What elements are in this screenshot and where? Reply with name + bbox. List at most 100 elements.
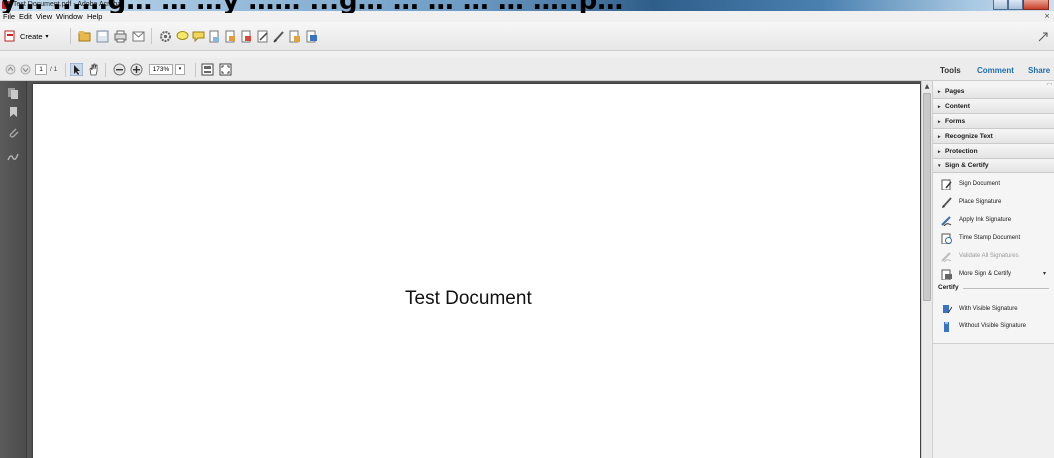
acrobat-window: Test Document.pdf - Adobe Acrobat File E…: [0, 0, 1054, 458]
tool-label: Time Stamp Document: [959, 235, 1021, 241]
overlay-banner-text: y… ...…g… … …y …… ...g… … … … … …..p…: [0, 0, 1054, 13]
validate-all-signatures-tool[interactable]: Validate All Signatures: [941, 248, 1019, 264]
gear-icon[interactable]: [159, 30, 172, 43]
collapse-arrow-icon: ▾: [938, 163, 941, 169]
form-edit-icon[interactable]: [256, 30, 269, 43]
panel-group-label: Recognize Text: [945, 133, 993, 140]
ink-signature-icon: [941, 215, 952, 226]
panel-group-recognize-text[interactable]: ▸ Recognize Text: [933, 130, 1054, 144]
zoom-level-input[interactable]: 173%: [149, 64, 173, 75]
panel-group-label: Content: [945, 103, 970, 110]
with-visible-signature-tool[interactable]: With Visible Signature: [941, 301, 1018, 317]
fullscreen-icon[interactable]: [219, 63, 232, 76]
highlight-icon[interactable]: [288, 30, 301, 43]
document-page[interactable]: Test Document: [33, 84, 920, 458]
tool-label: With Visible Signature: [959, 306, 1018, 312]
previous-page-icon[interactable]: [5, 64, 16, 75]
expand-arrow-icon: ▸: [938, 104, 941, 110]
panel-group-label: Sign & Certify: [945, 162, 989, 169]
comment-bubble-icon[interactable]: [176, 30, 189, 43]
pen-icon[interactable]: [272, 30, 285, 43]
toolbar-separator: [65, 63, 66, 77]
left-navigation-pane: [0, 81, 27, 458]
certify-section-label: Certify: [938, 284, 959, 291]
zoom-dropdown-icon[interactable]: ▾: [175, 64, 185, 75]
more-dropdown-icon[interactable]: ▾: [1043, 266, 1046, 282]
email-icon[interactable]: [132, 30, 145, 43]
without-visible-signature-tool[interactable]: Without Visible Signature: [941, 318, 1026, 334]
edit-document-icon[interactable]: [240, 30, 253, 43]
tool-label: Without Visible Signature: [959, 323, 1026, 329]
tool-label: Sign Document: [959, 181, 1001, 187]
expand-arrow-icon: ▸: [938, 149, 941, 155]
fit-page-icon[interactable]: [201, 63, 214, 76]
hand-tool-icon[interactable]: [87, 63, 100, 76]
sign-document-tool[interactable]: Sign Document: [941, 176, 1000, 192]
stamp-icon[interactable]: [305, 30, 318, 43]
tab-tools[interactable]: Tools: [940, 64, 961, 77]
tools-panel: ▭ ▸Pages ▸Content ▸Forms ▸Recognize Text…: [932, 81, 1054, 458]
panel-group-content[interactable]: ▸ Content: [933, 100, 1054, 114]
page-total: / 1: [50, 66, 58, 73]
page-number-input[interactable]: 1: [35, 64, 47, 75]
toolbar-separator: [105, 63, 106, 77]
vertical-scrollbar[interactable]: ▲: [921, 81, 932, 458]
zoom-in-icon[interactable]: [130, 63, 143, 76]
panel-group-pages[interactable]: ▸ Pages: [933, 85, 1054, 99]
attachments-icon[interactable]: [7, 126, 19, 138]
more-sign-certify-tool[interactable]: More Sign & Certify ▾: [941, 266, 1051, 282]
next-page-icon[interactable]: [20, 64, 31, 75]
save-icon[interactable]: [96, 30, 109, 43]
panel-group-forms[interactable]: ▸ Forms: [933, 115, 1054, 129]
expand-arrow-icon: ▸: [938, 89, 941, 95]
main-toolbar: Create ▾: [0, 22, 1054, 51]
bookmarks-icon[interactable]: [7, 106, 19, 118]
panel-group-protection[interactable]: ▸ Protection: [933, 145, 1054, 159]
expand-arrow-icon: ▸: [938, 119, 941, 125]
time-stamp-icon: [941, 233, 952, 244]
toolbar-separator: [195, 63, 196, 77]
panel-group-label: Pages: [945, 88, 965, 95]
visible-signature-icon: [943, 304, 952, 313]
expand-arrow-icon: ▸: [938, 134, 941, 140]
toolbar-separator: [70, 28, 71, 44]
tab-comment[interactable]: Comment: [977, 64, 1014, 77]
invisible-signature-icon: [944, 321, 949, 332]
place-signature-tool[interactable]: Place Signature: [941, 194, 1001, 210]
tool-label: More Sign & Certify: [959, 271, 1012, 277]
document-text: Test Document: [405, 288, 532, 309]
print-icon[interactable]: [114, 30, 127, 43]
time-stamp-document-tool[interactable]: Time Stamp Document: [941, 230, 1020, 246]
tool-label: Place Signature: [959, 199, 1002, 205]
panel-empty-area: [933, 343, 1054, 458]
pen-icon: [942, 196, 952, 208]
apply-ink-signature-tool[interactable]: Apply Ink Signature: [941, 212, 1011, 228]
toolbar-separator: [151, 28, 152, 44]
create-label: Create: [20, 31, 43, 41]
select-tool-icon[interactable]: [70, 63, 83, 76]
sign-document-icon: [941, 179, 952, 190]
scroll-up-icon[interactable]: ▲: [923, 83, 931, 91]
create-button[interactable]: Create ▾: [4, 28, 49, 44]
certify-divider: [963, 288, 1049, 289]
sticky-note-icon[interactable]: [192, 30, 205, 43]
more-sign-icon: [941, 269, 952, 280]
scrollbar-thumb[interactable]: [923, 93, 931, 301]
document-page-icon[interactable]: [208, 30, 221, 43]
export-pdf-icon[interactable]: [224, 30, 237, 43]
open-folder-icon[interactable]: [78, 30, 91, 43]
tab-share[interactable]: Share: [1028, 64, 1050, 77]
panel-group-label: Protection: [945, 148, 978, 155]
panel-group-sign-certify[interactable]: ▾ Sign & Certify: [933, 159, 1054, 173]
zoom-out-icon[interactable]: [113, 63, 126, 76]
create-dropdown-icon: ▾: [45, 33, 49, 40]
validate-icon: [941, 251, 952, 262]
signatures-icon[interactable]: [7, 151, 19, 163]
panel-group-label: Forms: [945, 118, 966, 125]
document-viewport[interactable]: Test Document: [27, 81, 921, 458]
page-thumbnails-icon[interactable]: [7, 87, 19, 99]
navigation-toolbar: 1 / 1 173% ▾ Tools Comment Share: [0, 58, 1054, 81]
create-pdf-icon: [4, 30, 15, 42]
tool-label: Validate All Signatures: [959, 253, 1019, 259]
expand-icon[interactable]: [1038, 32, 1048, 42]
